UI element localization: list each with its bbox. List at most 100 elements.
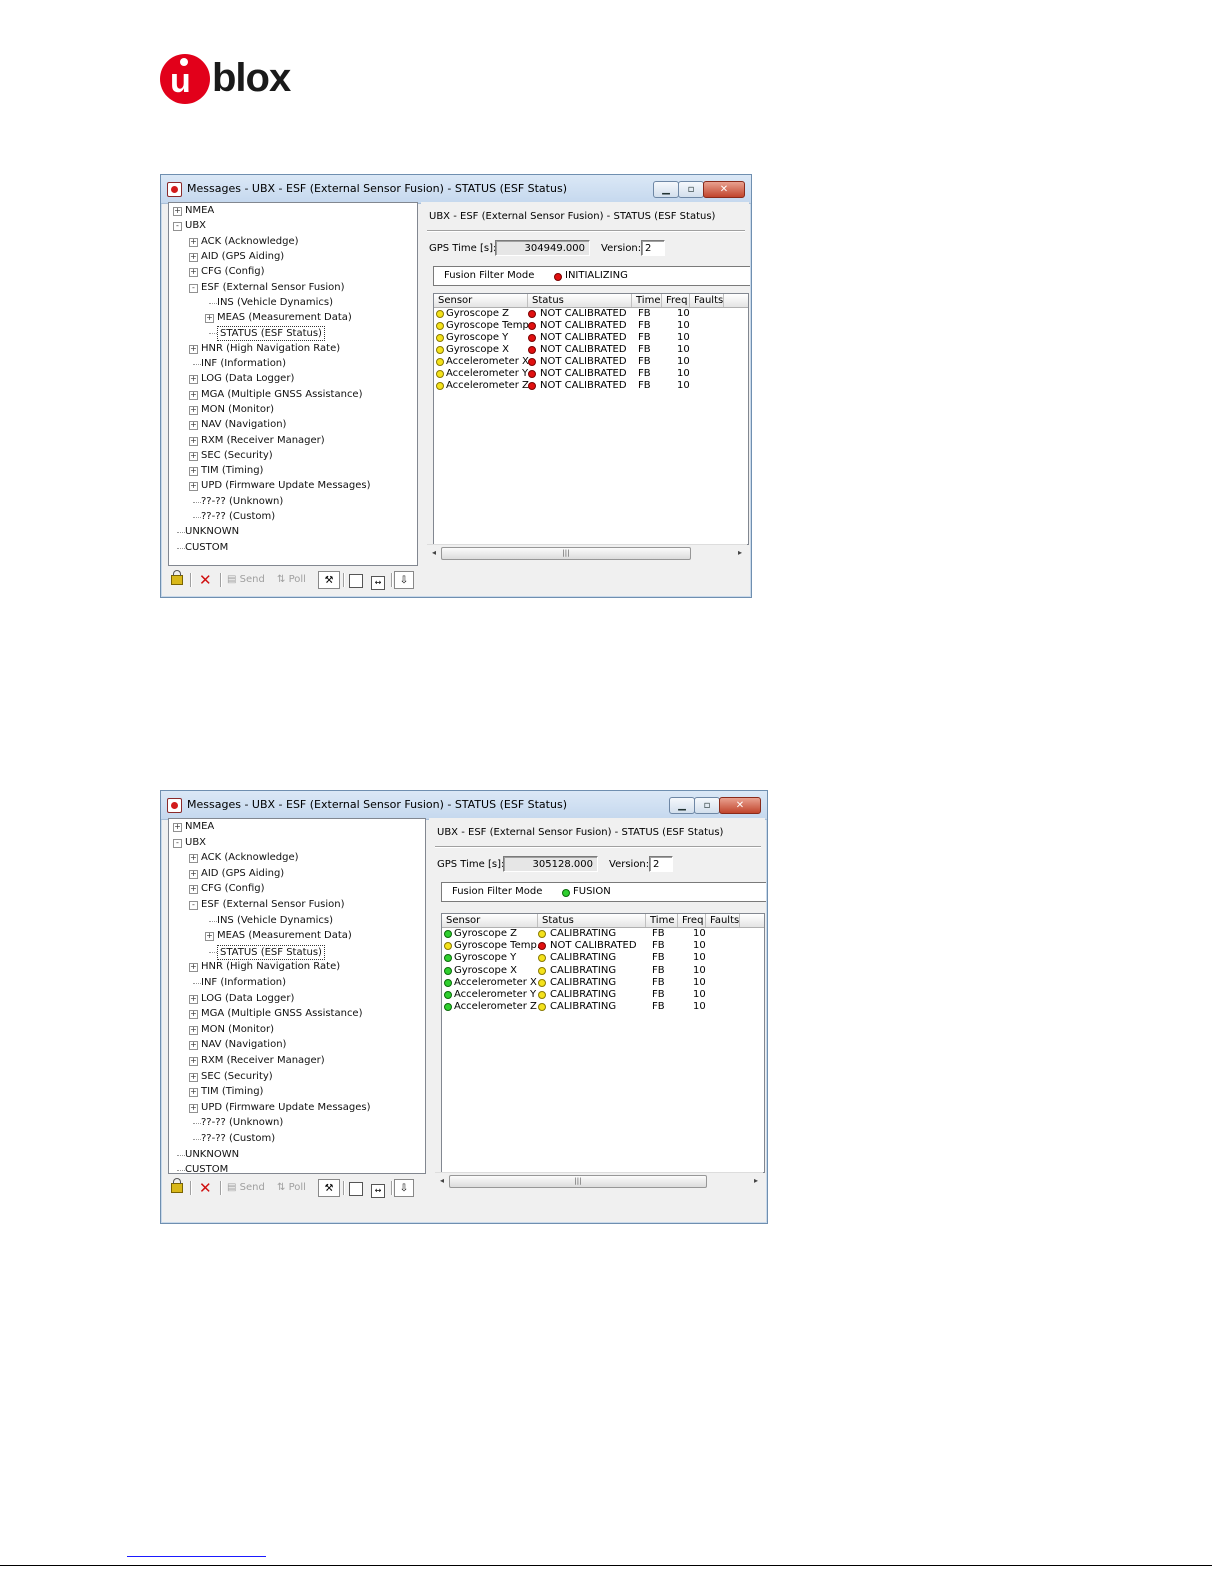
tree-item[interactable]: RXM (Receiver Manager) [201,1054,325,1067]
expand-icon[interactable]: + [189,405,198,415]
tree-item[interactable]: TIM (Timing) [201,1085,263,1098]
tree-item[interactable]: UBX [185,219,206,232]
messages-window-2[interactable]: Messages - UBX - ESF (External Sensor Fu… [160,790,768,1224]
column-header-freq[interactable]: Freq [662,294,690,307]
copy-button[interactable] [349,1179,363,1197]
expand-icon[interactable]: + [189,1025,198,1035]
tree-item[interactable]: CFG (Config) [201,882,265,895]
tree-item[interactable]: NMEA [185,820,214,833]
expand-icon[interactable]: + [189,467,198,477]
expand-icon[interactable]: + [189,1041,198,1051]
export-button[interactable]: ↔ [371,571,385,590]
tree-item[interactable]: STATUS (ESF Status) [217,326,325,342]
tree-item[interactable]: ACK (Acknowledge) [201,851,299,864]
expand-icon[interactable]: + [189,963,198,973]
tree-item[interactable]: RXM (Receiver Manager) [201,434,325,447]
tree-item[interactable]: AID (GPS Aiding) [201,867,284,880]
horizontal-scrollbar[interactable]: ◂ ||| ▸ [427,544,747,561]
table-row[interactable]: Accelerometer X CALIBRATING FB 10 [442,977,764,989]
table-row[interactable]: Accelerometer Y NOT CALIBRATED FB 10 [434,368,748,380]
expand-icon[interactable]: + [189,1057,198,1066]
tree-item[interactable]: LOG (Data Logger) [201,992,294,1005]
column-header-faults[interactable]: Faults [706,914,740,927]
expand-icon[interactable]: + [189,482,198,492]
expand-icon[interactable]: + [189,994,198,1004]
message-tree[interactable]: + NMEA - UBX + ACK (Acknowledge) + AID (GPS Aid… [168,202,418,566]
tree-item[interactable]: ??-?? (Unknown) [201,495,283,508]
expand-icon[interactable]: + [189,1010,198,1020]
version-field[interactable]: 2 [649,856,673,872]
scroll-thumb[interactable]: ||| [441,547,691,560]
delete-button[interactable]: ✕ [199,571,212,589]
tree-item[interactable]: MON (Monitor) [201,403,274,416]
export-button[interactable]: ↔ [371,1179,385,1198]
tree-item[interactable]: AID (GPS Aiding) [201,250,284,263]
tree-item[interactable]: ESF (External Sensor Fusion) [201,898,345,911]
tree-item[interactable]: NAV (Navigation) [201,418,286,431]
tree-item[interactable]: ACK (Acknowledge) [201,235,299,248]
table-row[interactable]: Gyroscope X CALIBRATING FB 10 [442,965,764,977]
send-button[interactable]: ▤ Send [227,571,265,589]
tree-item[interactable]: UBX [185,836,206,849]
autoscroll-button[interactable]: ⇩ [394,571,414,589]
expand-icon[interactable]: + [189,436,198,446]
tree-item[interactable]: NMEA [185,204,214,217]
title-bar[interactable]: Messages - UBX - ESF (External Sensor Fu… [161,791,767,820]
sensor-list[interactable]: Sensor Status Time Freq Faults Gyroscope Z CAL… [441,913,765,1173]
send-button[interactable]: ▤ Send [227,1179,265,1197]
tree-item[interactable]: ??-?? (Custom) [201,510,275,523]
version-field[interactable]: 2 [641,240,665,256]
column-header-status[interactable]: Status [528,294,632,307]
tree-item[interactable]: CFG (Config) [201,265,265,278]
expand-icon[interactable]: + [189,421,198,431]
tree-item[interactable]: SEC (Security) [201,449,273,462]
expand-icon[interactable]: + [189,268,198,278]
tree-item[interactable]: SEC (Security) [201,1070,273,1083]
tree-item[interactable]: INF (Information) [201,357,286,370]
tree-item[interactable]: MON (Monitor) [201,1023,274,1036]
tree-item[interactable]: MEAS (Measurement Data) [217,311,352,324]
expand-icon[interactable]: + [205,314,214,324]
expand-icon[interactable]: + [205,932,214,942]
gps-time-field[interactable]: 304949.000 [495,240,590,256]
expand-icon[interactable]: + [189,451,198,461]
table-row[interactable]: Gyroscope Z CALIBRATING FB 10 [442,928,764,940]
lock-button[interactable] [171,1178,183,1197]
tree-item[interactable]: UPD (Firmware Update Messages) [201,1101,370,1114]
poll-button[interactable]: ⇅ Poll [277,1179,306,1197]
table-row[interactable]: Gyroscope X NOT CALIBRATED FB 10 [434,344,748,356]
scroll-right-icon[interactable]: ▸ [735,547,745,559]
auto-poll-button[interactable]: ⚒ [318,1179,340,1197]
expand-icon[interactable]: + [189,1072,198,1082]
messages-window-1[interactable]: Messages - UBX - ESF (External Sensor Fu… [160,174,752,598]
tree-item[interactable]: INF (Information) [201,976,286,989]
tree-item[interactable]: TIM (Timing) [201,464,263,477]
column-header-faults[interactable]: Faults [690,294,724,307]
tree-item[interactable]: LOG (Data Logger) [201,372,294,385]
tree-item[interactable]: ESF (External Sensor Fusion) [201,281,345,294]
tree-item[interactable]: UPD (Firmware Update Messages) [201,479,370,492]
title-bar[interactable]: Messages - UBX - ESF (External Sensor Fu… [161,175,751,204]
tree-item[interactable]: HNR (High Navigation Rate) [201,960,340,973]
column-header-freq[interactable]: Freq [678,914,706,927]
poll-button[interactable]: ⇅ Poll [277,571,306,589]
tree-item[interactable]: UNKNOWN [185,525,239,538]
autoscroll-button[interactable]: ⇩ [394,1179,414,1197]
table-row[interactable]: Accelerometer Y CALIBRATING FB 10 [442,989,764,1001]
delete-button[interactable]: ✕ [199,1179,212,1197]
column-header-sensor[interactable]: Sensor [434,294,528,307]
tree-item[interactable]: STATUS (ESF Status) [217,944,325,960]
expand-icon[interactable]: + [189,237,198,247]
tree-item[interactable]: ??-?? (Custom) [201,1132,275,1145]
expand-icon[interactable]: + [189,390,198,400]
tree-item[interactable]: MEAS (Measurement Data) [217,929,352,942]
tree-item[interactable]: UNKNOWN [185,1148,239,1161]
tree-item[interactable]: MGA (Multiple GNSS Assistance) [201,1007,363,1020]
lock-button[interactable] [171,570,183,589]
collapse-icon[interactable]: - [189,283,198,293]
maximize-button[interactable]: ▫ [678,181,704,198]
minimize-button[interactable]: ▁ [653,181,679,198]
close-button[interactable]: ✕ [703,181,745,198]
scroll-left-icon[interactable]: ◂ [429,547,439,559]
close-button[interactable]: ✕ [719,797,761,814]
